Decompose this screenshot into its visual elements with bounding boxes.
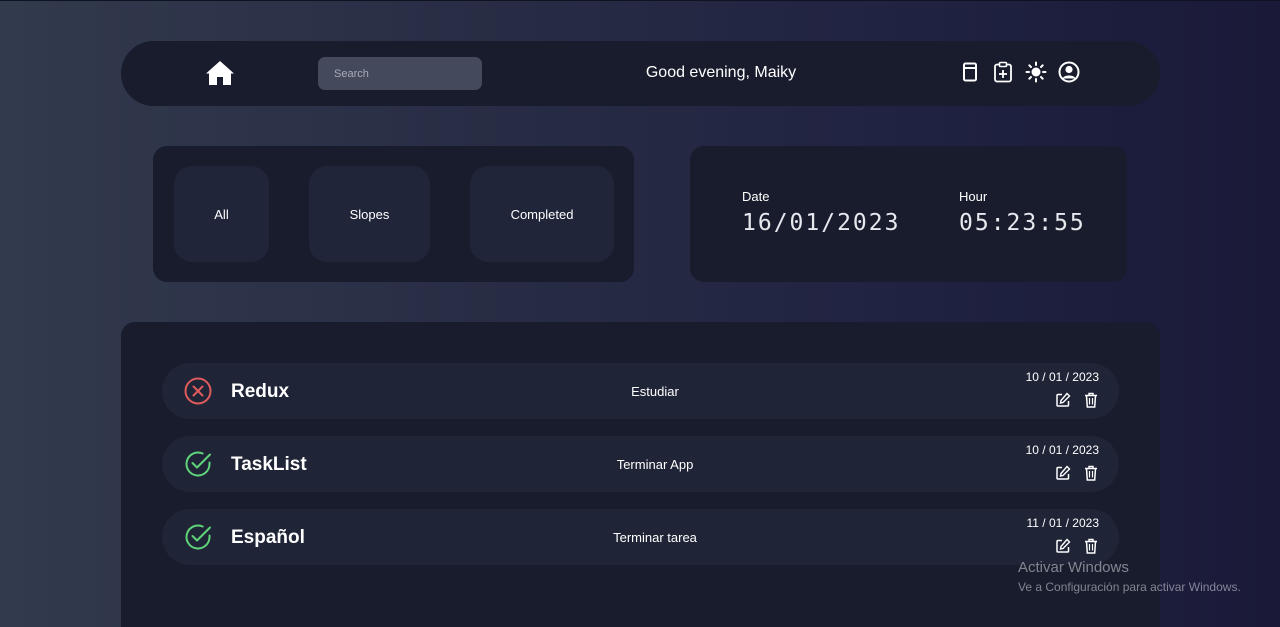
filter-panel: All Slopes Completed [153,146,634,282]
nav-icon-group [959,60,1080,84]
filter-slopes-button[interactable]: Slopes [309,166,430,262]
trash-icon[interactable] [1083,464,1099,482]
completed-check-circle-icon[interactable] [183,522,213,552]
task-actions [1055,537,1099,555]
home-icon[interactable] [205,58,235,88]
book-icon[interactable] [959,60,981,84]
task-description: Terminar tarea [613,530,697,545]
sun-icon[interactable] [1025,60,1047,84]
filter-all-button[interactable]: All [174,166,269,262]
edit-icon[interactable] [1055,391,1071,409]
user-circle-icon[interactable] [1058,60,1080,84]
top-navbar: Good evening, Maiky [121,41,1160,106]
date-label: Date [742,189,770,204]
task-actions [1055,464,1099,482]
trash-icon[interactable] [1083,391,1099,409]
task-date: 10 / 01 / 2023 [1025,370,1099,384]
task-row: TaskList Terminar App 10 / 01 / 2023 [162,436,1119,492]
task-description: Estudiar [631,384,679,399]
task-title: Español [231,527,305,548]
task-title: TaskList [231,454,307,475]
window-top-border [0,0,1280,1]
completed-check-circle-icon[interactable] [183,449,213,479]
windows-activation-title: Activar Windows [1018,559,1129,576]
search-input[interactable] [318,57,482,90]
trash-icon[interactable] [1083,537,1099,555]
clock-panel: Date 16/01/2023 Hour 05:23:55 [690,146,1127,282]
greeting-text: Good evening, Maiky [645,64,797,81]
windows-activation-subtitle: Ve a Configuración para activar Windows. [1018,580,1241,594]
task-date: 10 / 01 / 2023 [1025,443,1099,457]
date-value: 16/01/2023 [742,210,901,236]
task-description: Terminar App [616,457,694,472]
task-date: 11 / 01 / 2023 [1026,516,1099,530]
task-title: Redux [231,381,290,402]
filter-completed-button[interactable]: Completed [470,166,614,262]
edit-icon[interactable] [1055,464,1071,482]
task-row: Español Terminar tarea 11 / 01 / 2023 [162,509,1119,565]
task-row: Redux Estudiar 10 / 01 / 2023 [162,363,1119,419]
pending-x-circle-icon[interactable] [183,376,213,406]
task-actions [1055,391,1099,409]
task-list: Redux Estudiar 10 / 01 / 2023 TaskList T… [121,322,1160,627]
hour-value: 05:23:55 [959,210,1086,236]
edit-icon[interactable] [1055,537,1071,555]
hour-label: Hour [959,189,988,204]
clipboard-plus-icon[interactable] [992,60,1014,84]
